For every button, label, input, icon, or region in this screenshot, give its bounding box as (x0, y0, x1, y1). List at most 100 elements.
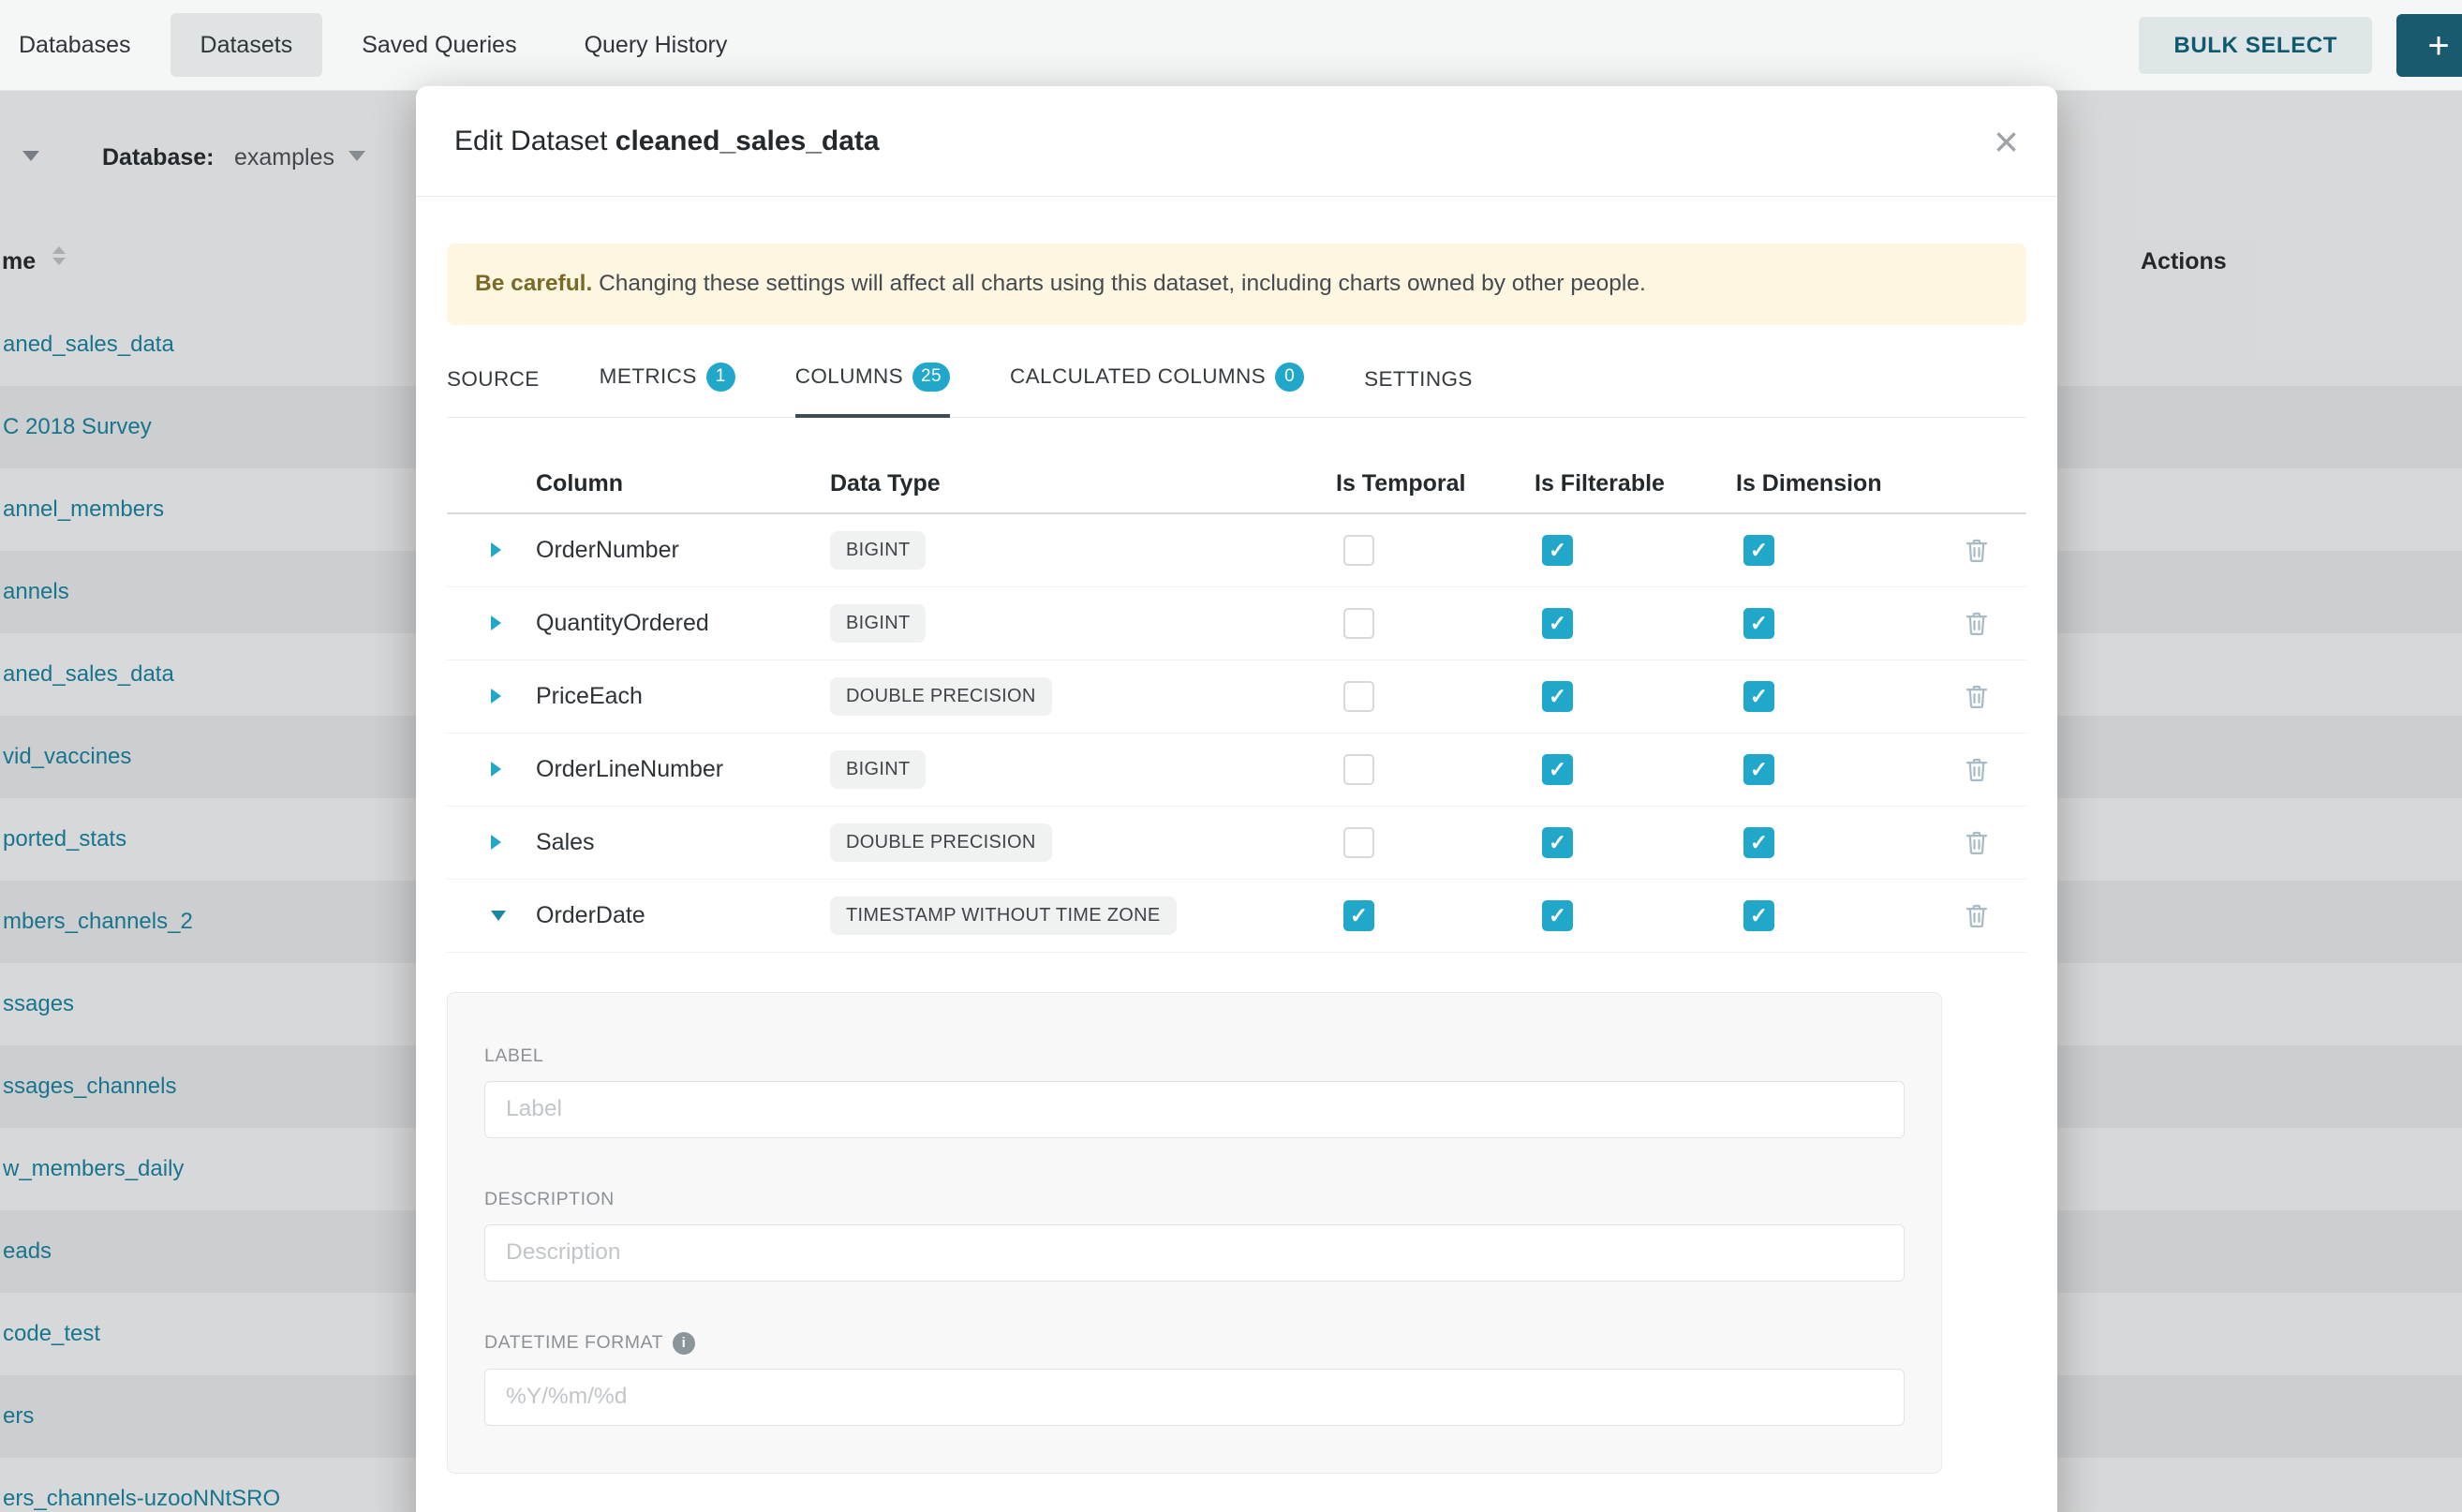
is-filterable-checkbox[interactable]: ✓ (1542, 608, 1573, 639)
caret-right-icon (491, 615, 501, 630)
warning-emphasis: Be careful. (475, 271, 592, 296)
col-header-column: Column (536, 470, 830, 497)
field-label-text: DATETIME FORMAT (484, 1332, 663, 1354)
is-temporal-checkbox[interactable] (1343, 535, 1374, 566)
is-temporal-checkbox[interactable] (1343, 608, 1374, 639)
nav-tab-query-history[interactable]: Query History (551, 0, 762, 90)
warning-banner: Be careful. Changing these settings will… (447, 244, 2026, 325)
delete-icon[interactable] (1963, 535, 1991, 565)
expand-caret-icon[interactable] (491, 762, 501, 777)
is-temporal-checkbox[interactable] (1343, 681, 1374, 712)
column-name: OrderNumber (536, 537, 830, 564)
datetime-format-label: DATETIME FORMAT i (484, 1332, 1905, 1355)
tab-label: COLUMNS (795, 364, 903, 389)
caret-right-icon (491, 689, 501, 704)
is-dimension-checkbox[interactable]: ✓ (1743, 754, 1774, 785)
columns-table: ColumnData TypeIs TemporalIs FilterableI… (447, 418, 2026, 953)
is-temporal-checkbox[interactable]: ✓ (1343, 900, 1374, 931)
field-label-text: LABEL (484, 1045, 543, 1067)
add-button[interactable]: + (2396, 14, 2462, 77)
is-filterable-checkbox[interactable]: ✓ (1542, 754, 1573, 785)
data-type-pill: DOUBLE PRECISION (830, 677, 1052, 716)
tab-source[interactable]: SOURCE (447, 367, 540, 418)
collapse-caret-icon[interactable] (491, 911, 506, 921)
tab-columns[interactable]: COLUMNS 25 (795, 363, 950, 418)
info-icon[interactable]: i (673, 1332, 695, 1355)
column-row: OrderLineNumberBIGINT ✓ ✓ (447, 734, 2026, 807)
column-name: OrderLineNumber (536, 756, 830, 783)
modal-title-prefix: Edit Dataset (454, 126, 607, 156)
is-filterable-checkbox[interactable]: ✓ (1542, 900, 1573, 931)
modal-title: Edit Dataset cleaned_sales_data (454, 126, 880, 157)
delete-icon[interactable] (1963, 900, 1991, 930)
tab-metrics[interactable]: METRICS 1 (600, 363, 735, 418)
modal-header: Edit Dataset cleaned_sales_data × (416, 86, 2057, 197)
tab-count-badge: 1 (706, 363, 735, 392)
tab-calculated-columns[interactable]: CALCULATED COLUMNS 0 (1010, 363, 1304, 418)
tab-label: SETTINGS (1364, 367, 1473, 392)
column-row: SalesDOUBLE PRECISION ✓ ✓ (447, 807, 2026, 880)
is-filterable-checkbox[interactable]: ✓ (1542, 681, 1573, 712)
label-input[interactable] (484, 1081, 1905, 1138)
data-type-pill: BIGINT (830, 750, 926, 789)
tab-settings[interactable]: SETTINGS (1364, 367, 1473, 418)
expand-caret-icon[interactable] (491, 689, 501, 704)
nav-actions: BULK SELECT + (2139, 0, 2462, 91)
nav-tab-datasets[interactable]: Datasets (171, 13, 323, 77)
is-dimension-checkbox[interactable]: ✓ (1743, 681, 1774, 712)
modal-title-dataset-name: cleaned_sales_data (616, 126, 880, 156)
close-icon[interactable]: × (1994, 120, 2019, 163)
warning-text: Changing these settings will affect all … (599, 271, 1646, 296)
col-header-data-type: Data Type (830, 470, 1336, 497)
tab-count-badge: 0 (1275, 363, 1304, 392)
column-row: PriceEachDOUBLE PRECISION✓✓ (447, 660, 2026, 734)
expand-caret-icon[interactable] (491, 542, 501, 557)
caret-right-icon (491, 542, 501, 557)
delete-icon[interactable] (1963, 681, 1991, 711)
label-label: LABEL (484, 1045, 1905, 1067)
col-header-is-filterable: Is Filterable (1535, 470, 1736, 497)
columns-table-header: ColumnData TypeIs TemporalIs FilterableI… (447, 418, 2026, 514)
column-name: Sales (536, 829, 830, 856)
column-detail-panel: LABEL DESCRIPTION DATETIME FORMAT i (447, 992, 1942, 1474)
modal-tabs: SOURCE METRICS 1 COLUMNS 25 CALCULATED COLUMN… (447, 363, 2026, 418)
data-type-pill: BIGINT (830, 531, 926, 570)
tab-label: METRICS (600, 364, 697, 389)
nav-tabs: DatabasesDatasetsSaved QueriesQuery Hist… (0, 0, 761, 90)
is-dimension-checkbox[interactable]: ✓ (1743, 900, 1774, 931)
is-dimension-checkbox[interactable]: ✓ (1743, 827, 1774, 858)
data-type-pill: BIGINT (830, 604, 926, 643)
datetime-format-field: DATETIME FORMAT i (484, 1332, 1905, 1426)
expand-caret-icon[interactable] (491, 835, 501, 850)
is-filterable-checkbox[interactable]: ✓ (1542, 535, 1573, 566)
is-temporal-checkbox[interactable] (1343, 827, 1374, 858)
description-input[interactable] (484, 1224, 1905, 1282)
data-type-pill: DOUBLE PRECISION (830, 823, 1052, 862)
caret-down-icon (491, 911, 506, 921)
column-row: OrderNumberBIGINT ✓ ✓ (447, 514, 2026, 587)
bulk-select-button[interactable]: BULK SELECT (2139, 17, 2372, 74)
expand-caret-icon[interactable] (491, 615, 501, 630)
column-row: QuantityOrderedBIGINT ✓ ✓ (447, 587, 2026, 660)
is-filterable-checkbox[interactable]: ✓ (1542, 827, 1573, 858)
description-field: DESCRIPTION (484, 1189, 1905, 1282)
modal-body: Be careful. Changing these settings will… (416, 197, 2057, 1512)
is-temporal-checkbox[interactable] (1343, 754, 1374, 785)
delete-icon[interactable] (1963, 827, 1991, 857)
is-dimension-checkbox[interactable]: ✓ (1743, 535, 1774, 566)
tab-label: SOURCE (447, 367, 540, 392)
nav-tab-saved-queries[interactable]: Saved Queries (328, 0, 550, 90)
is-dimension-checkbox[interactable]: ✓ (1743, 608, 1774, 639)
col-header-is-temporal: Is Temporal (1336, 470, 1535, 497)
tab-label: CALCULATED COLUMNS (1010, 364, 1266, 389)
nav-tab-databases[interactable]: Databases (0, 0, 165, 90)
tab-count-badge: 25 (912, 363, 950, 392)
delete-icon[interactable] (1963, 754, 1991, 784)
datetime-format-input[interactable] (484, 1369, 1905, 1426)
caret-right-icon (491, 835, 501, 850)
column-name: QuantityOrdered (536, 610, 830, 637)
column-name: OrderDate (536, 902, 830, 929)
edit-dataset-modal: Edit Dataset cleaned_sales_data × Be car… (416, 86, 2057, 1512)
delete-icon[interactable] (1963, 608, 1991, 638)
field-label-text: DESCRIPTION (484, 1189, 615, 1210)
